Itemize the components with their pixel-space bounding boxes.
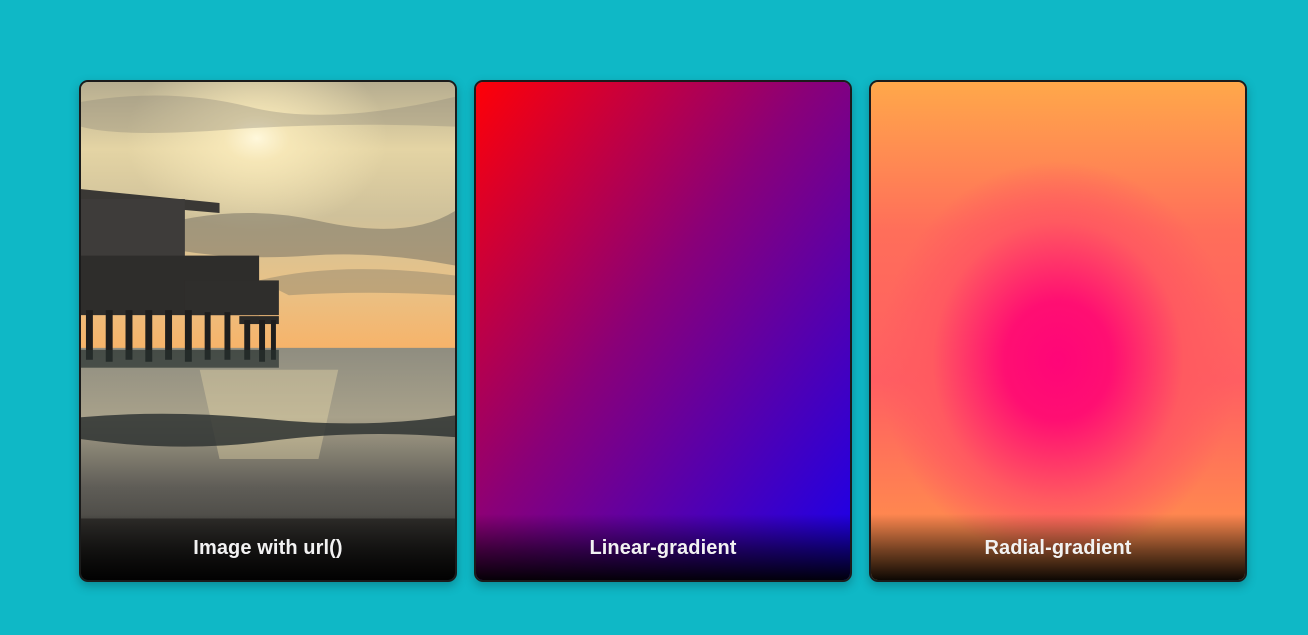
card-caption: Image with url(): [193, 537, 343, 559]
card-linear-gradient: Linear-gradient: [474, 80, 852, 582]
card-caption: Linear-gradient: [589, 537, 737, 559]
card-caption: Radial-gradient: [984, 537, 1132, 559]
pier-sunset-image: [81, 82, 455, 580]
card-gallery: Image with url() Linear-gradient Radial-…: [79, 80, 1247, 582]
card-image-url: Image with url(): [79, 80, 457, 582]
card-radial-gradient: Radial-gradient: [869, 80, 1247, 582]
linear-gradient-background: [476, 82, 850, 580]
radial-gradient-background: [871, 82, 1245, 580]
